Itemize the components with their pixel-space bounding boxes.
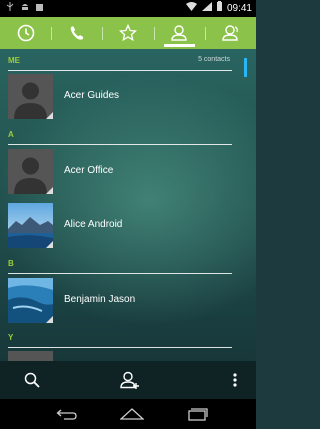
overflow-menu-icon	[233, 373, 237, 387]
wifi-icon	[185, 0, 197, 17]
default-avatar	[8, 74, 53, 119]
status-time: 09:41	[226, 3, 252, 14]
photo-avatar	[8, 203, 53, 248]
search-button[interactable]	[15, 361, 49, 399]
star-icon	[119, 24, 137, 42]
battery-icon	[216, 0, 222, 17]
section-header-a: A	[8, 126, 232, 145]
tab-favorites[interactable]	[102, 17, 153, 49]
tab-groups[interactable]	[204, 17, 256, 49]
home-button[interactable]	[112, 399, 152, 429]
person-icon	[171, 25, 187, 41]
contact-partial[interactable]	[0, 351, 240, 361]
section-letter: B	[8, 259, 14, 268]
group-icon	[222, 25, 239, 41]
back-button[interactable]	[47, 399, 87, 429]
contact-alice-android[interactable]: Alice Android	[0, 203, 240, 251]
phone-icon	[70, 26, 83, 40]
contact-name: Acer Office	[64, 165, 114, 176]
tab-contacts[interactable]	[153, 17, 205, 49]
contact-name: Alice Android	[64, 219, 123, 230]
section-letter: ME	[8, 56, 20, 65]
contact-name: Benjamin Jason	[64, 294, 136, 305]
tab-bar	[0, 17, 256, 49]
tab-recent[interactable]	[0, 17, 51, 49]
action-bar	[0, 361, 256, 399]
recent-apps-button[interactable]	[178, 399, 218, 429]
add-contact-button[interactable]	[113, 361, 147, 399]
contact-acer-office[interactable]: Acer Office	[0, 149, 240, 197]
add-contact-icon	[120, 371, 139, 389]
default-avatar	[8, 149, 53, 194]
section-header-y: Y	[8, 329, 232, 348]
android-icon	[21, 0, 29, 17]
default-avatar	[8, 351, 53, 361]
signal-icon	[201, 0, 212, 17]
recent-apps-icon	[188, 408, 208, 421]
search-icon	[24, 372, 40, 388]
navigation-bar	[0, 399, 256, 429]
contact-count: 5 contacts	[198, 56, 230, 63]
contact-list[interactable]: ME 5 contacts Acer Guides A Acer Office …	[0, 49, 256, 361]
square-notification-icon	[36, 0, 43, 17]
overflow-menu-button[interactable]	[218, 361, 252, 399]
section-header-b: B	[8, 255, 232, 274]
section-header-me: ME 5 contacts	[8, 52, 232, 71]
scroll-indicator[interactable]	[244, 58, 247, 77]
section-letter: Y	[8, 333, 14, 342]
photo-avatar	[8, 278, 53, 323]
home-icon	[120, 408, 144, 420]
status-bar: 09:41	[0, 0, 256, 17]
contact-acer-guides[interactable]: Acer Guides	[0, 74, 240, 122]
usb-icon	[6, 0, 14, 17]
tab-phone[interactable]	[51, 17, 102, 49]
section-letter: A	[8, 130, 14, 139]
clock-icon	[17, 24, 34, 42]
contact-name: Acer Guides	[64, 90, 120, 101]
contact-benjamin-jason[interactable]: Benjamin Jason	[0, 278, 240, 326]
contacts-app: 09:41 ME 5 contacts Acer Guides A Acer O…	[0, 0, 256, 429]
back-icon	[56, 409, 77, 420]
